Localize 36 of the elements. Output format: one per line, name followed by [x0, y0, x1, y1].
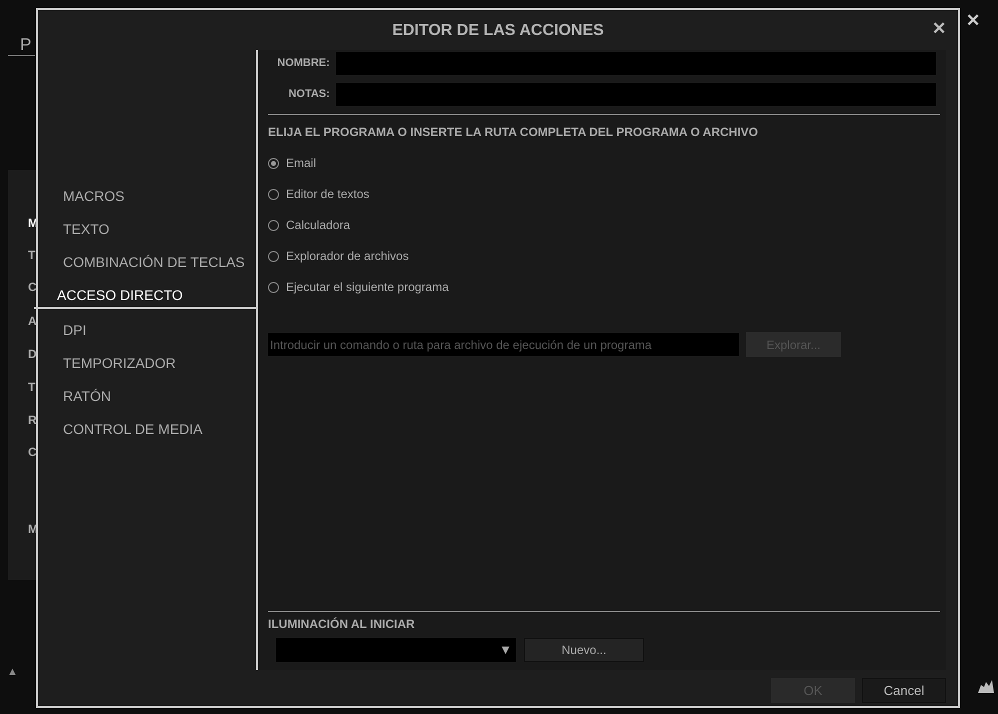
side-menu-item[interactable]: R	[28, 411, 37, 429]
side-menu-item[interactable]: C	[28, 278, 37, 296]
nav-item[interactable]: DPI	[38, 319, 256, 342]
radio-option[interactable]: Ejecutar el siguiente programa	[268, 279, 936, 295]
caret-icon: ▼	[499, 640, 512, 660]
dialog-title: EDITOR DE LAS ACCIONES	[392, 21, 604, 41]
section-heading: ILUMINACIÓN AL INICIAR	[268, 616, 416, 633]
nav-item[interactable]: COMBINACIÓN DE TECLAS	[38, 251, 256, 274]
radio-option[interactable]: Calculadora	[268, 217, 936, 233]
tab[interactable]: P	[8, 32, 35, 56]
sails-logo-icon	[977, 678, 995, 694]
side-menu-item[interactable]: T	[28, 246, 36, 264]
side-menu-item[interactable]: T	[28, 378, 36, 396]
command-input[interactable]: Introducir un comando o ruta para archivo de ejecución de un programa	[268, 333, 739, 356]
radio-option[interactable]: Email	[268, 155, 936, 171]
up-arrow-icon[interactable]: ▲	[7, 664, 18, 680]
side-menu-item[interactable]: A	[28, 312, 37, 330]
nav-item[interactable]: CONTROL DE MEDIA	[38, 418, 256, 441]
side-menu-item[interactable]: D	[28, 345, 37, 363]
radio-option[interactable]: Editor de textos	[268, 186, 936, 202]
side-menu-item[interactable]: C	[28, 443, 37, 461]
close-button[interactable]: ✕	[966, 8, 980, 34]
new-button[interactable]: Nuevo...	[524, 638, 644, 662]
lighting-dropdown[interactable]: ▼	[276, 638, 516, 662]
text-input[interactable]	[336, 83, 936, 106]
nav-item[interactable]: TEMPORIZADOR	[38, 352, 256, 375]
field-label: NOTAS:	[287, 87, 331, 102]
nav-item[interactable]: TEXTO	[38, 218, 256, 241]
radio-option[interactable]: Explorador de archivos	[268, 248, 936, 264]
section-heading: ELIJA EL PROGRAMA O INSERTE LA RUTA COMPLETA DEL PROGRAMA O ARCHIVO	[268, 124, 760, 141]
text-input[interactable]	[336, 52, 936, 75]
dialog-button[interactable]: Cancel	[862, 678, 946, 703]
nav-item[interactable]: MACROS	[38, 185, 256, 208]
field-label: NOMBRE:	[276, 56, 331, 72]
nav-item[interactable]: RATÓN	[38, 385, 256, 408]
close-button[interactable]: ✕	[932, 20, 946, 37]
